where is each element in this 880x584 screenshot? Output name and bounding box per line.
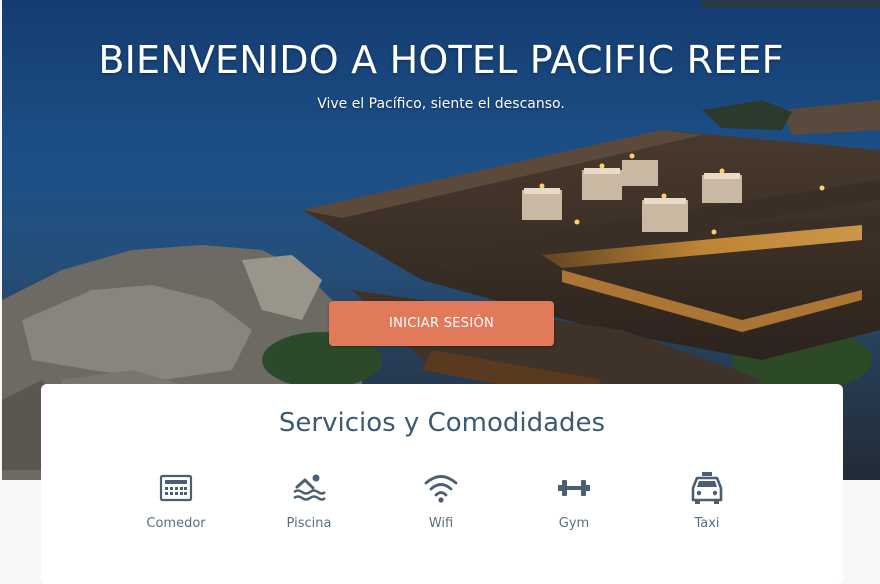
hero-title: BIENVENIDO A HOTEL PACIFIC REEF	[98, 38, 784, 82]
service-wifi[interactable]: Wifi	[381, 470, 501, 531]
wifi-icon	[424, 475, 458, 503]
restaurant-icon	[159, 474, 193, 502]
dumbbell-icon	[558, 480, 590, 496]
services-card: Servicios y Comodidades Comedor Piscina	[41, 384, 843, 584]
service-gym[interactable]: Gym	[514, 470, 634, 531]
service-label: Gym	[558, 516, 590, 531]
services-title: Servicios y Comodidades	[278, 408, 606, 438]
pool-icon	[293, 474, 326, 501]
service-piscina[interactable]: Piscina	[249, 470, 369, 531]
service-label: Comedor	[146, 516, 206, 531]
service-taxi[interactable]: Taxi	[647, 470, 767, 531]
service-comedor[interactable]: Comedor	[116, 470, 236, 531]
service-label: Piscina	[286, 516, 332, 531]
service-label: Taxi	[694, 516, 720, 531]
taxi-icon	[691, 472, 723, 504]
service-label: Wifi	[428, 516, 454, 531]
hero-subtitle: Vive el Pacífico, siente el descanso.	[317, 96, 565, 112]
login-button[interactable]: INICIAR SESIÓN	[329, 301, 554, 346]
